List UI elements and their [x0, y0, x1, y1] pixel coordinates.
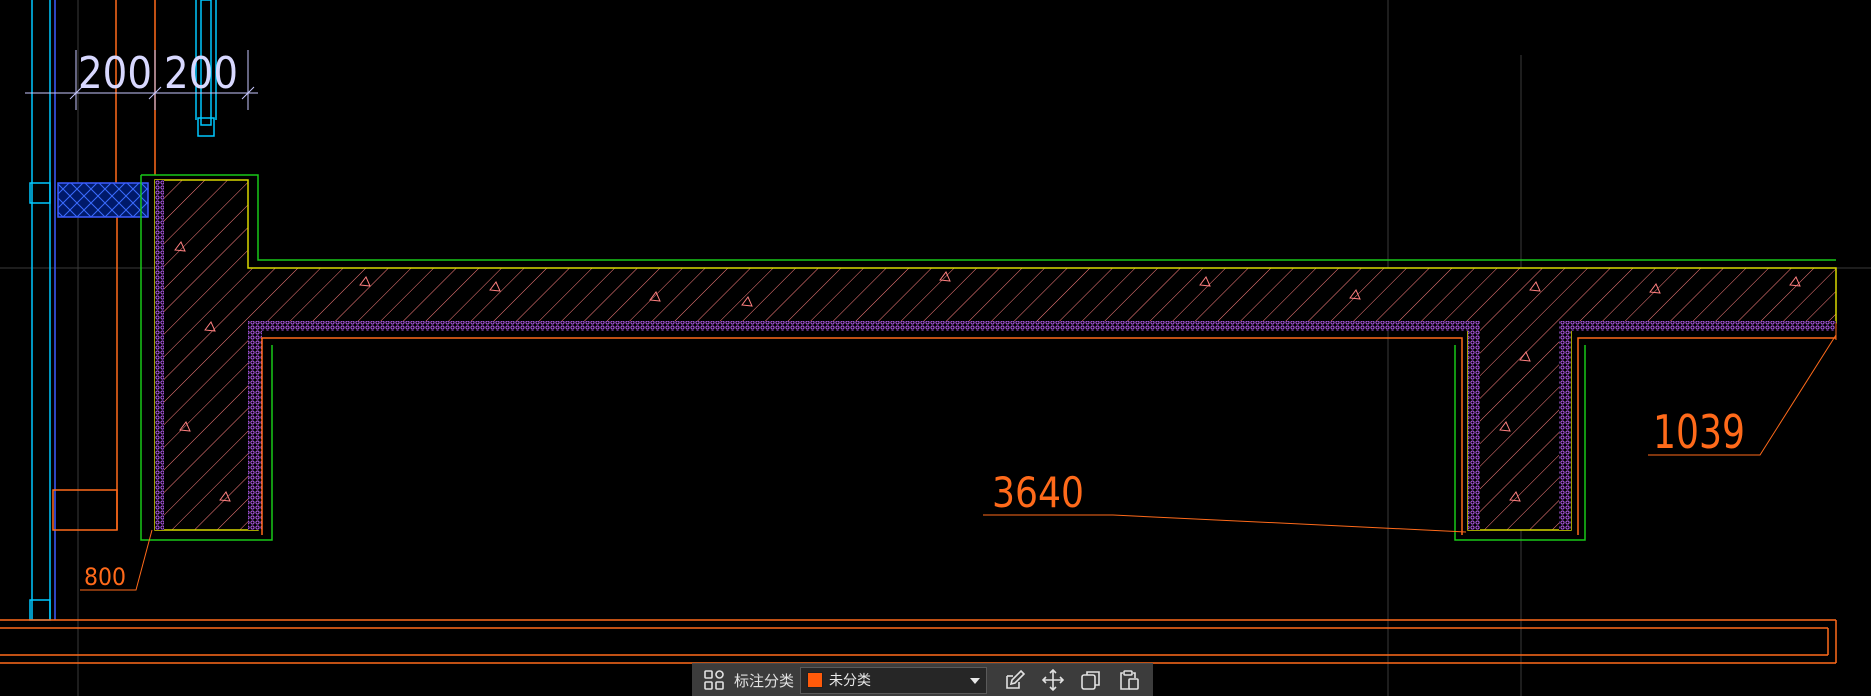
leader-lines	[80, 323, 1837, 591]
copy-icon[interactable]	[1077, 666, 1105, 694]
dimension-toolbar: 标注分类 未分类	[692, 663, 1153, 696]
insulation-block	[57, 182, 149, 218]
chevron-down-icon	[970, 677, 981, 684]
dimension-partial-left: )	[0, 32, 3, 83]
category-value: 未分类	[829, 673, 872, 689]
edit-icon[interactable]	[1001, 666, 1029, 694]
construction-lines	[0, 0, 1871, 696]
category-label: 标注分类	[734, 671, 795, 690]
category-select[interactable]: 未分类	[800, 666, 988, 694]
paste-icon[interactable]	[1115, 666, 1143, 694]
cad-drawing-canvas[interactable]: 200 200 ) 800 3640 1039	[0, 0, 1871, 696]
outer-boundary-line	[140, 174, 1836, 541]
floor-lines	[0, 619, 1837, 664]
dimension-1039: 1039	[1653, 405, 1745, 459]
dimension-800: 800	[84, 563, 126, 591]
category-color-swatch	[807, 672, 824, 688]
dimension-200-right: 200	[164, 48, 238, 99]
dimension-200-left: 200	[78, 48, 152, 99]
move-icon[interactable]	[1039, 666, 1067, 694]
dimension-3640: 3640	[992, 468, 1084, 517]
grid-menu-icon[interactable]	[700, 666, 728, 694]
